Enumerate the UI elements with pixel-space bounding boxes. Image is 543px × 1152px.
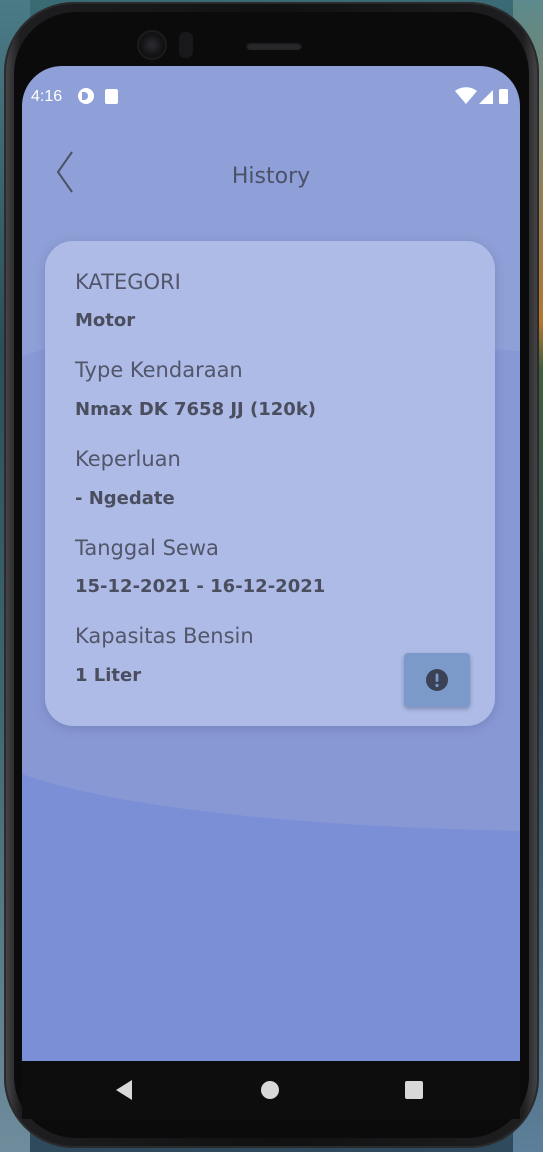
field-value-type-kendaraan: Nmax DK 7658 JJ (120k) [75,399,317,420]
data-saver-icon [78,88,94,104]
system-nav-bar [22,1061,520,1119]
field-value-keperluan: - Ngedate [75,488,175,509]
field-value-kategori: Motor [75,310,136,331]
field-label-keperluan: Keperluan [75,447,181,471]
status-indicators [455,87,508,104]
status-bar: 4:16 [22,66,520,128]
triangle-back-icon[interactable] [114,1079,134,1101]
status-time: 4:16 [31,88,63,105]
field-label-type-kendaraan: Type Kendaraan [75,358,243,382]
field-label-tanggal-sewa: Tanggal Sewa [75,536,219,560]
page-title: History [231,164,311,189]
battery-icon [499,89,508,104]
info-button[interactable] [404,653,470,707]
field-label-kapasitas-bensin: Kapasitas Bensin [75,624,254,648]
proximity-sensor [179,32,193,58]
app-screen: 4:16 History KATEGORI Motor Type Kendara… [22,66,520,1061]
exclamation-circle-icon [426,669,448,691]
field-label-kategori: KATEGORI [75,270,181,294]
circle-home-icon[interactable] [260,1079,280,1101]
field-value-tanggal-sewa: 15-12-2021 - 16-12-2021 [75,576,326,597]
square-recents-icon[interactable] [404,1079,424,1101]
front-camera [139,32,165,58]
signal-icon [479,90,493,104]
earpiece-speaker [246,42,302,50]
sd-card-icon [105,89,118,104]
history-card: KATEGORI Motor Type Kendaraan Nmax DK 76… [45,241,495,726]
wifi-icon [455,87,477,104]
field-value-kapasitas-bensin: 1 Liter [75,665,142,686]
